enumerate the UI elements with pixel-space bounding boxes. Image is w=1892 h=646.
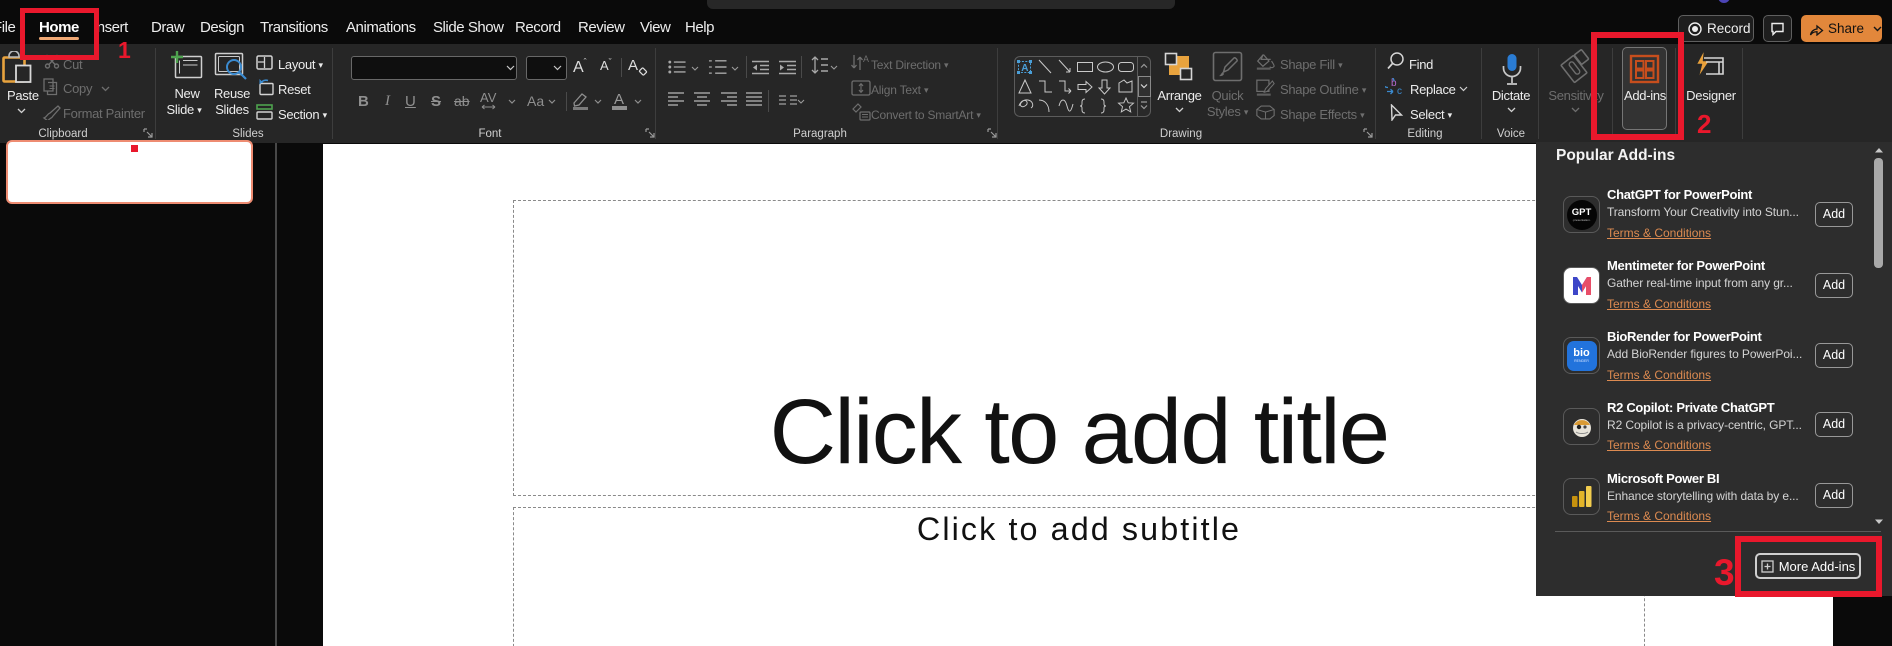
svg-text:c: c bbox=[1397, 86, 1402, 96]
svg-text:A: A bbox=[863, 54, 869, 64]
svg-text:A: A bbox=[1021, 63, 1028, 74]
